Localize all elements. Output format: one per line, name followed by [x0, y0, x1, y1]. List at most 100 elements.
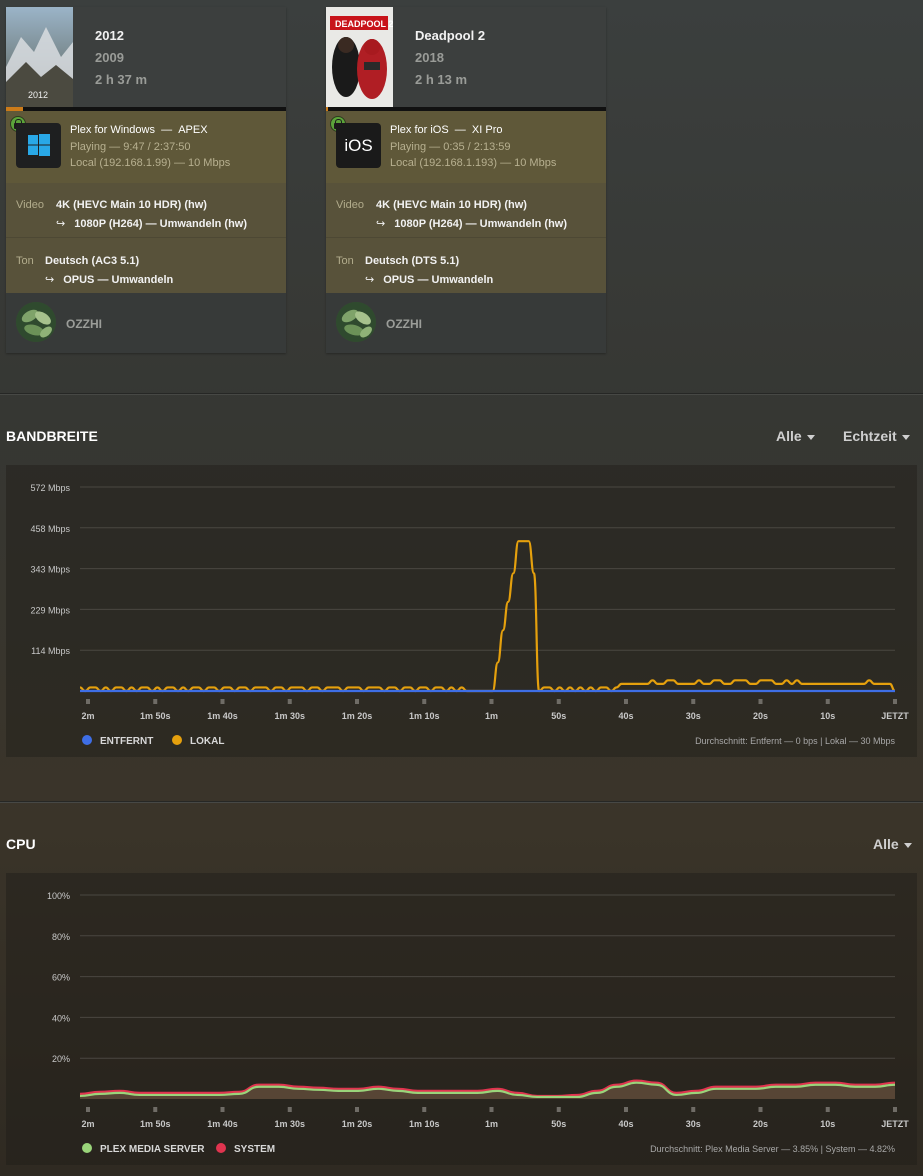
cpu-average: Durchschnitt: Plex Media Server — 3.85% … — [650, 1144, 895, 1154]
y-tick-label: 458 Mbps — [30, 524, 70, 534]
x-tick-label: 1m 20s — [342, 1119, 373, 1129]
x-tick-mark — [691, 699, 696, 704]
x-tick-mark — [556, 699, 561, 704]
ios-icon: iOS — [336, 123, 381, 168]
audio-label: Ton — [336, 255, 354, 267]
video-label: Video — [16, 199, 44, 211]
section-divider-highlight — [0, 802, 923, 803]
avatar[interactable] — [16, 302, 56, 342]
legend-remote[interactable]: ENTFERNT — [82, 735, 153, 747]
x-tick-label: 1m 10s — [409, 711, 440, 721]
x-tick-label: JETZT — [881, 1119, 909, 1129]
x-tick-mark — [220, 1107, 225, 1112]
x-tick-label: 10s — [820, 1119, 835, 1129]
cpu-title: CPU — [6, 836, 36, 852]
legend-dot-local — [172, 735, 182, 745]
playback-status: Playing — 9:47 / 2:37:50 — [70, 141, 191, 153]
x-tick-mark — [287, 1107, 292, 1112]
x-tick-label: 30s — [686, 711, 701, 721]
series-line-lokal[interactable] — [79, 540, 896, 693]
player-name-line: Plex for Windows — APEX — [70, 124, 208, 136]
avatar[interactable] — [336, 302, 376, 342]
movie-title[interactable]: Deadpool 2 — [415, 28, 485, 43]
x-tick-label: 1m 30s — [274, 711, 305, 721]
x-tick-label: JETZT — [881, 711, 909, 721]
y-tick-label: 20% — [52, 1054, 70, 1064]
video-source: 4K (HEVC Main 10 HDR) (hw) — [376, 199, 527, 211]
legend-pms[interactable]: PLEX MEDIA SERVER — [82, 1143, 204, 1155]
x-tick-label: 1m 40s — [207, 1119, 238, 1129]
x-tick-label: 10s — [820, 711, 835, 721]
x-tick-label: 1m 20s — [342, 711, 373, 721]
y-tick-label: 572 Mbps — [30, 483, 70, 493]
caret-down-icon — [903, 842, 912, 848]
video-label: Video — [336, 199, 364, 211]
x-tick-label: 20s — [753, 1119, 768, 1129]
divider — [326, 237, 606, 238]
x-tick-label: 1m 40s — [207, 711, 238, 721]
x-tick-label: 1m — [485, 711, 498, 721]
session-card-2012[interactable]: 2012 2012 2009 2 h 37 m Plex for Windows… — [6, 7, 286, 353]
y-tick-label: 343 Mbps — [30, 565, 70, 575]
legend-system[interactable]: SYSTEM — [216, 1143, 275, 1155]
x-tick-mark — [825, 699, 830, 704]
y-tick-label: 100% — [47, 891, 70, 901]
player-info: Plex for Windows — APEX Playing — 9:47 /… — [6, 111, 286, 183]
audio-label: Ton — [16, 255, 34, 267]
movie-year: 2009 — [95, 50, 124, 65]
x-tick-mark — [489, 699, 494, 704]
x-tick-mark — [153, 699, 158, 704]
network-info: Local (192.168.1.193) — 10 Mbps — [390, 157, 557, 169]
legend-dot-system — [216, 1143, 226, 1153]
username[interactable]: OZZHI — [386, 317, 422, 331]
user-row[interactable]: OZZHI — [6, 293, 286, 353]
user-row[interactable]: OZZHI — [326, 293, 606, 353]
bandwidth-time-dropdown[interactable]: Echtzeit — [843, 428, 910, 444]
legend-dot-remote — [82, 735, 92, 745]
x-tick-label: 1m 10s — [409, 1119, 440, 1129]
movie-title[interactable]: 2012 — [95, 28, 124, 43]
audio-target: ↪ OPUS — Umwandeln — [365, 274, 494, 286]
x-tick-mark — [489, 1107, 494, 1112]
x-tick-label: 1m 30s — [274, 1119, 305, 1129]
x-tick-mark — [86, 699, 90, 704]
x-tick-mark — [355, 699, 359, 704]
transcode-arrow-icon: ↪ — [56, 218, 66, 230]
x-tick-label: 2m — [81, 1119, 94, 1129]
x-tick-label: 30s — [686, 1119, 701, 1129]
legend-local[interactable]: LOKAL — [172, 735, 224, 747]
poster-deadpool-2[interactable]: DEADPOOL 2 — [326, 7, 393, 107]
video-target: ↪ 1080P (H264) — Umwandeln (hw) — [56, 218, 248, 230]
x-tick-label: 1m 50s — [140, 711, 171, 721]
transcode-arrow-icon: ↪ — [365, 274, 375, 286]
transcode-arrow-icon: ↪ — [376, 218, 386, 230]
player-name-line: Plex for iOS — XI Pro — [390, 124, 503, 136]
stream-info: Video 4K (HEVC Main 10 HDR) (hw) ↪ 1080P … — [326, 183, 606, 293]
session-card-deadpool-2[interactable]: DEADPOOL 2 Deadpool 2 2018 2 h 13 m iOS … — [326, 7, 606, 353]
x-tick-mark — [556, 1107, 561, 1112]
stream-info: Video 4K (HEVC Main 10 HDR) (hw) ↪ 1080P … — [6, 183, 286, 293]
username[interactable]: OZZHI — [66, 317, 102, 331]
x-tick-mark — [758, 699, 763, 704]
cpu-scope-dropdown[interactable]: Alle — [873, 836, 912, 852]
player-info: iOS Plex for iOS — XI Pro Playing — 0:35… — [326, 111, 606, 183]
x-tick-mark — [355, 1107, 359, 1112]
y-tick-label: 229 Mbps — [30, 605, 70, 615]
session-header[interactable]: DEADPOOL 2 Deadpool 2 2018 2 h 13 m — [326, 7, 606, 111]
bandwidth-chart-panel: 114 Mbps 229 Mbps 343 Mbps 458 Mbps 572 Mbps… — [6, 465, 917, 757]
x-tick-mark — [422, 699, 427, 704]
poster-2012[interactable]: 2012 — [6, 7, 73, 107]
bandwidth-scope-dropdown[interactable]: Alle — [776, 428, 815, 444]
x-tick-label: 40s — [618, 711, 633, 721]
y-tick-label: 40% — [52, 1013, 70, 1023]
svg-text:2012: 2012 — [28, 90, 48, 100]
session-header[interactable]: 2012 2012 2009 2 h 37 m — [6, 7, 286, 111]
section-divider-highlight — [0, 394, 923, 395]
x-tick-mark — [825, 1107, 830, 1112]
movie-duration: 2 h 37 m — [95, 72, 148, 87]
audio-target: ↪ OPUS — Umwandeln — [45, 274, 174, 286]
x-tick-label: 2m — [81, 711, 94, 721]
movie-duration: 2 h 13 m — [415, 72, 468, 87]
x-tick-mark — [893, 699, 897, 704]
x-tick-mark — [758, 1107, 763, 1112]
